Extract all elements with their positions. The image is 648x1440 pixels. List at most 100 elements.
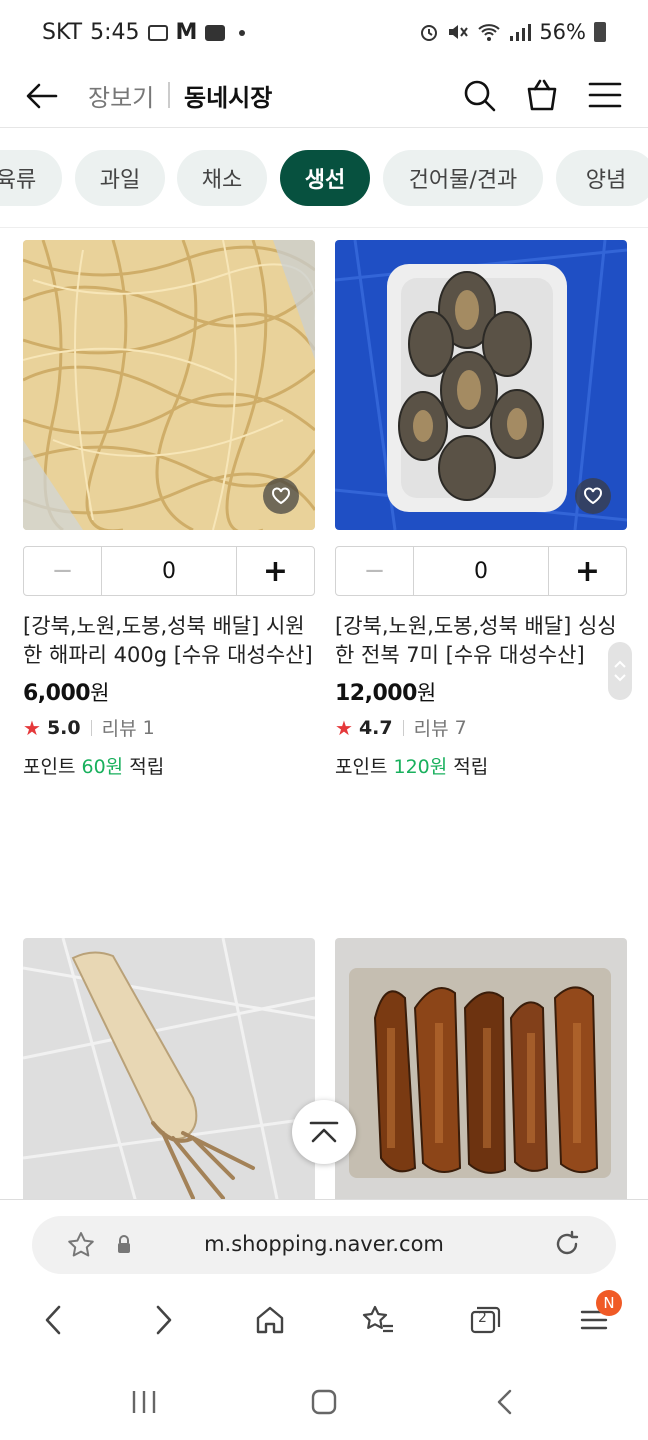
product-price: 12,000원 <box>335 677 436 707</box>
menu-icon[interactable] <box>586 76 624 114</box>
product-card[interactable]: − 0 + [강북,노원,도봉,성북 배달] 싱싱한 전복 7미 [수유 대성수… <box>335 240 627 780</box>
product-title[interactable]: [강북,노원,도봉,성북 배달] 시원한 해파리 400g [수유 대성수산] <box>23 612 315 670</box>
tabs-count: 2 <box>478 1310 487 1326</box>
points-suffix: 적립 <box>453 756 489 778</box>
price-amount: 6,000 <box>23 681 91 706</box>
tab-fruit[interactable]: 과일 <box>75 150 165 206</box>
increase-button[interactable]: + <box>548 547 626 595</box>
quantity-value[interactable]: 0 <box>414 547 548 595</box>
chevron-left-icon <box>45 1305 61 1335</box>
product-image-abalone[interactable] <box>335 240 627 530</box>
system-back-icon[interactable] <box>491 1387 521 1417</box>
home-icon <box>256 1306 284 1334</box>
tab-meat[interactable]: 육류 <box>0 150 62 206</box>
home-button-icon[interactable] <box>309 1387 339 1417</box>
increase-button[interactable]: + <box>236 547 314 595</box>
browser-forward-button[interactable] <box>146 1302 182 1338</box>
rating-row: ★ 4.7 리뷰 7 <box>335 714 467 741</box>
tab-fish[interactable]: 생선 <box>280 150 370 206</box>
url-text[interactable]: m.shopping.naver.com <box>32 1232 616 1256</box>
star-icon: ★ <box>335 715 353 740</box>
star-icon: ★ <box>23 715 41 740</box>
product-image-eel[interactable] <box>335 938 627 1199</box>
wifi-icon <box>478 24 500 41</box>
browser-toolbar: m.shopping.naver.com 2 N <box>0 1199 648 1363</box>
tab-label: 과일 <box>99 168 141 193</box>
gmail-icon: M <box>175 20 198 45</box>
wishlist-heart-icon[interactable] <box>575 478 611 514</box>
points-amount: 120원 <box>393 756 448 778</box>
review-count: 1 <box>142 716 155 739</box>
points-suffix: 적립 <box>129 756 165 778</box>
scroll-indicator[interactable] <box>608 642 632 700</box>
decrease-button[interactable]: − <box>336 547 414 595</box>
battery-icon <box>594 22 606 42</box>
tab-label: 생선 <box>304 168 346 193</box>
quantity-stepper[interactable]: − 0 + <box>335 546 627 596</box>
youtube-icon <box>205 24 226 41</box>
app-header: 장보기 동네시장 <box>0 66 648 128</box>
review-count: 7 <box>454 716 467 739</box>
tab-label: 채소 <box>201 168 243 193</box>
tab-seasoning[interactable]: 양념 <box>556 150 648 206</box>
chevron-up-icon <box>614 660 626 668</box>
product-image-squid[interactable] <box>23 938 315 1199</box>
product-card[interactable] <box>335 938 627 1199</box>
divider <box>402 719 404 736</box>
price-currency: 원 <box>416 681 436 705</box>
points-row: 포인트 120원 적립 <box>335 752 488 779</box>
breadcrumb-divider <box>168 82 170 108</box>
review-label: 리뷰 <box>413 718 449 740</box>
shopping-bag-icon[interactable] <box>523 76 561 114</box>
page-title: 동네시장 <box>184 84 273 112</box>
browser-menu-button[interactable]: N <box>576 1290 622 1338</box>
rating-value: 5.0 <box>46 716 81 739</box>
points-amount: 60원 <box>81 756 124 778</box>
points-prefix: 포인트 <box>23 756 76 778</box>
tab-vegetable[interactable]: 채소 <box>177 150 267 206</box>
carrier-label: SKT <box>42 20 83 45</box>
recent-apps-icon[interactable] <box>129 1387 159 1417</box>
category-tabs: 육류 과일 채소 생선 건어물/견과 양념 <box>0 128 648 228</box>
browser-back-button[interactable] <box>35 1302 71 1338</box>
reload-icon[interactable] <box>552 1229 582 1259</box>
product-image-jellyfish[interactable] <box>23 240 315 530</box>
system-navigation-bar <box>0 1363 648 1440</box>
price-amount: 12,000 <box>335 681 417 706</box>
clock: 5:45 <box>90 20 140 45</box>
back-arrow-icon[interactable] <box>24 78 60 114</box>
product-card[interactable] <box>23 938 315 1199</box>
gallery-icon <box>147 24 168 41</box>
menu-badge: N <box>596 1290 622 1316</box>
arrow-up-icon <box>309 1121 339 1143</box>
chevron-right-icon <box>156 1305 172 1335</box>
scroll-to-top-button[interactable] <box>292 1100 356 1164</box>
status-left: SKT 5:45 M <box>42 20 246 45</box>
battery-percent: 56% <box>539 20 586 44</box>
points-row: 포인트 60원 적립 <box>23 752 164 779</box>
decrease-button[interactable]: − <box>24 547 102 595</box>
rating-row: ★ 5.0 리뷰 1 <box>23 714 155 741</box>
price-currency: 원 <box>90 681 109 705</box>
notification-dot-icon <box>239 29 246 36</box>
mute-icon <box>449 25 469 39</box>
points-prefix: 포인트 <box>335 756 388 778</box>
alarm-icon <box>421 25 438 41</box>
product-title[interactable]: [강북,노원,도봉,성북 배달] 싱싱한 전복 7미 [수유 대성수산] <box>335 612 627 670</box>
browser-home-button[interactable] <box>252 1302 288 1338</box>
browser-bookmarks-button[interactable] <box>360 1302 396 1338</box>
tab-dried-nuts[interactable]: 건어물/견과 <box>383 150 543 206</box>
search-icon[interactable] <box>460 76 498 114</box>
review-label: 리뷰 <box>101 718 137 740</box>
tab-label: 건어물/견과 <box>408 168 518 193</box>
tab-label: 양념 <box>585 168 627 193</box>
quantity-value[interactable]: 0 <box>102 547 236 595</box>
product-card[interactable]: − 0 + [강북,노원,도봉,성북 배달] 시원한 해파리 400g [수유 … <box>23 240 315 780</box>
quantity-stepper[interactable]: − 0 + <box>23 546 315 596</box>
wishlist-heart-icon[interactable] <box>263 478 299 514</box>
browser-tabs-button[interactable]: 2 <box>467 1302 503 1338</box>
status-right: 56% <box>419 20 606 44</box>
breadcrumb-parent[interactable]: 장보기 <box>88 78 154 113</box>
address-bar[interactable]: m.shopping.naver.com <box>32 1216 616 1274</box>
chevron-down-icon <box>614 674 626 682</box>
